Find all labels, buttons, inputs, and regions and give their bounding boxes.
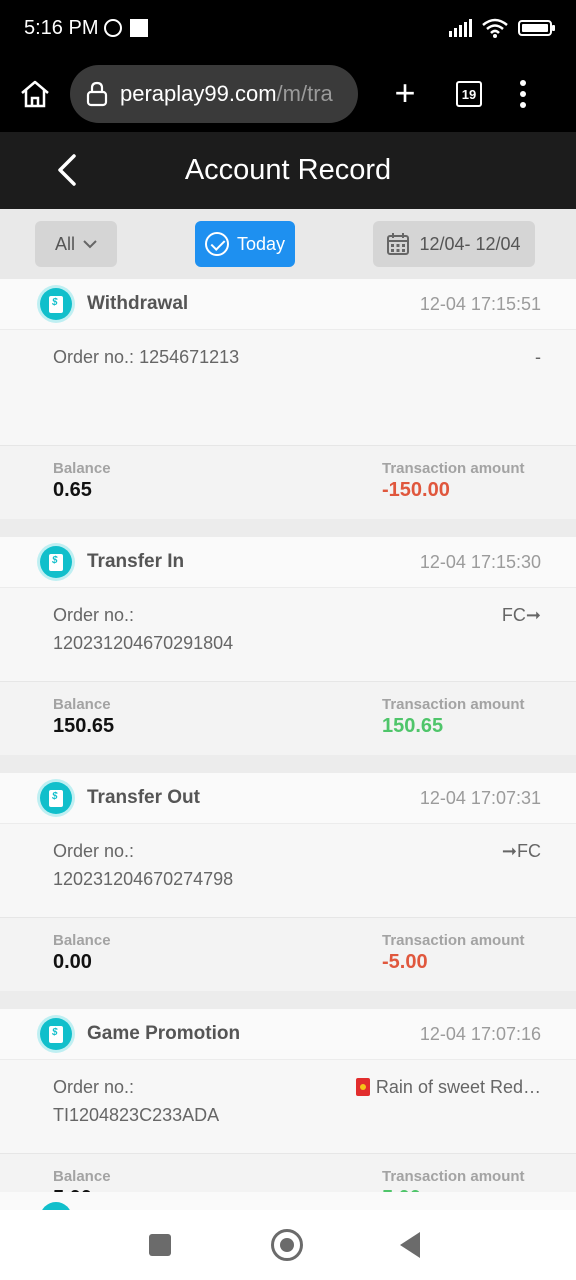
order-label: Order no.: (53, 1077, 135, 1097)
order-label: Order no.: (53, 605, 135, 625)
today-label: Today (236, 233, 286, 254)
red-envelope-icon (355, 1078, 370, 1096)
check-circle-icon (204, 232, 229, 256)
address-bar[interactable]: peraplay99.com/m/tra (70, 65, 358, 123)
page-title: Account Record (184, 154, 392, 186)
receipt-icon (40, 1018, 72, 1050)
order-label: Order no.: (53, 347, 135, 367)
type-filter-dropdown[interactable]: All (35, 221, 117, 267)
record-time: 12-04 17:07:31 (419, 787, 541, 808)
signal-icon (449, 19, 472, 37)
record-item-withdrawal[interactable]: Withdrawal 12-04 17:15:51 Order no.: 125… (0, 279, 576, 519)
amount-value: -5.00 (382, 951, 428, 973)
amount-label: Transaction amount (382, 696, 525, 713)
order-label: Order no.: (53, 841, 135, 861)
back-nav-button[interactable] (400, 1232, 420, 1258)
balance-label: Balance (53, 1168, 111, 1185)
browser-menu-button[interactable] (518, 80, 528, 108)
home-icon (21, 80, 49, 108)
record-detail: ➞FC (501, 841, 541, 861)
receipt-icon (40, 288, 72, 320)
date-range-picker[interactable]: 12/04- 12/04 (373, 221, 535, 267)
record-time: 12-04 17:15:51 (419, 293, 541, 314)
chevron-down-icon (83, 240, 97, 249)
amount-label: Transaction amount (382, 932, 525, 949)
app-header: Account Record (0, 132, 576, 209)
balance-label: Balance (53, 932, 111, 949)
recent-apps-button[interactable] (149, 1234, 171, 1256)
balance-label: Balance (53, 696, 111, 713)
back-arrow-icon[interactable] (52, 152, 82, 188)
tab-switcher-button[interactable]: 19 (456, 81, 482, 107)
home-nav-button[interactable] (271, 1229, 303, 1261)
amount-label: Transaction amount (382, 460, 525, 477)
filter-bar: All Today 12/04- 12/04 (0, 209, 576, 279)
alarm-icon (104, 19, 123, 37)
new-tab-button[interactable]: + (386, 75, 424, 113)
amount-label: Transaction amount (382, 1168, 525, 1185)
order-number: 120231204670291804 (53, 633, 234, 653)
balance-value: 0.00 (53, 951, 92, 973)
receipt-icon (40, 782, 72, 814)
order-number: TI1204823C233ADA (53, 1105, 220, 1125)
record-list: Withdrawal 12-04 17:15:51 Order no.: 125… (0, 279, 576, 1245)
order-number: 1254671213 (139, 347, 240, 367)
receipt-icon (40, 546, 72, 578)
status-bar: 5:16 PM (0, 0, 576, 56)
record-time: 12-04 17:07:16 (419, 1023, 541, 1044)
amount-value: 150.65 (382, 715, 444, 737)
notification-icon (130, 19, 149, 37)
home-button[interactable] (16, 75, 54, 113)
record-item-transfer-in[interactable]: Transfer In 12-04 17:15:30 Order no.: 120… (0, 537, 576, 755)
lock-icon (86, 81, 108, 107)
record-item-transfer-out[interactable]: Transfer Out 12-04 17:07:31 Order no.: 12… (0, 773, 576, 991)
record-type: Transfer In (87, 551, 185, 572)
record-type: Game Promotion (87, 1023, 241, 1044)
today-filter-button[interactable]: Today (195, 221, 295, 267)
balance-value: 0.65 (53, 479, 92, 501)
type-filter-label: All (54, 233, 75, 254)
calendar-icon (387, 233, 410, 255)
amount-value: -150.00 (382, 479, 450, 501)
order-number: 120231204670274798 (53, 869, 234, 889)
browser-toolbar: peraplay99.com/m/tra + 19 (0, 56, 576, 132)
url-text: peraplay99.com/m/tra (120, 81, 333, 106)
record-type: Withdrawal (87, 293, 189, 314)
date-range-label: 12/04- 12/04 (419, 233, 521, 254)
wifi-icon (482, 18, 508, 38)
record-detail: - (535, 347, 541, 367)
record-time: 12-04 17:15:30 (419, 551, 541, 572)
clock: 5:16 PM (24, 16, 99, 39)
record-detail: FC➞ (501, 605, 541, 625)
record-detail: Rain of sweet Red… (375, 1077, 541, 1097)
balance-label: Balance (53, 460, 111, 477)
battery-icon (518, 20, 555, 36)
balance-value: 150.65 (53, 715, 115, 737)
record-type: Transfer Out (87, 787, 200, 808)
system-nav-bar (0, 1210, 576, 1280)
